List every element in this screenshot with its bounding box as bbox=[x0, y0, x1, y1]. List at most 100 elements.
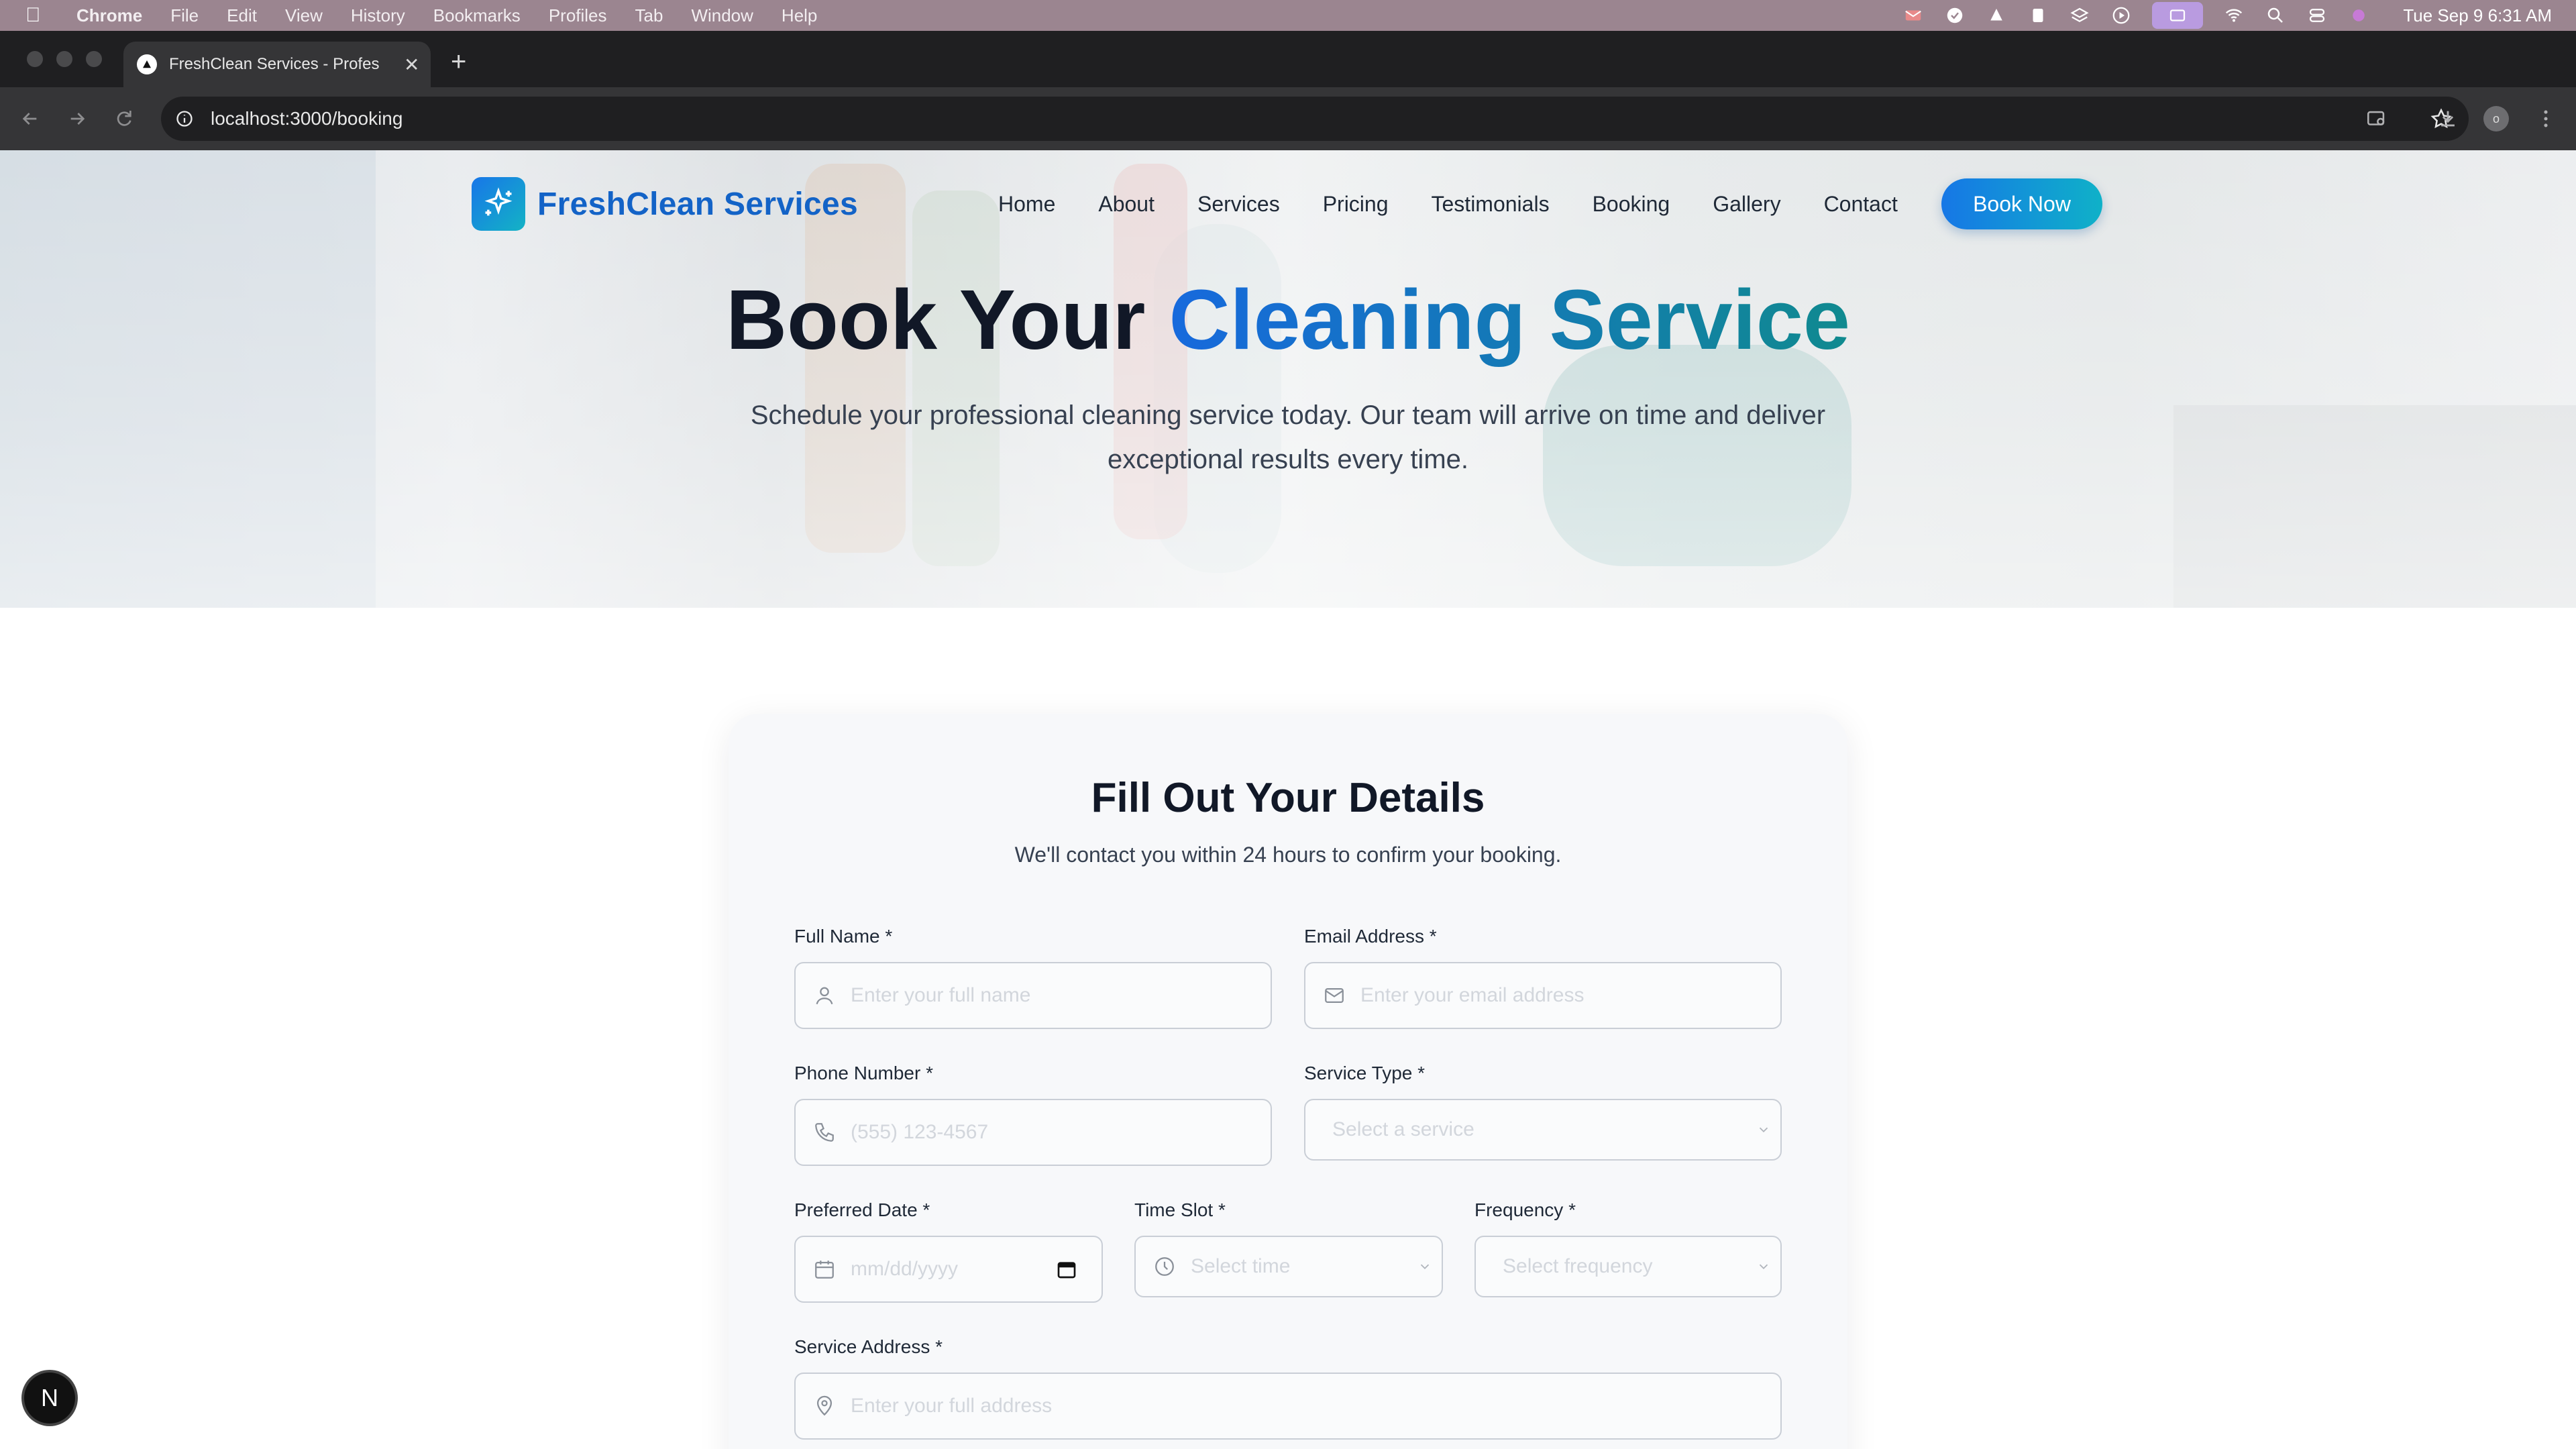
site-navbar: FreshClean Services Home About Services … bbox=[0, 177, 2576, 231]
hero-title-plain: Book Your bbox=[726, 272, 1146, 367]
apple-menu-icon[interactable]:  bbox=[25, 4, 56, 27]
address-placeholder: Enter your full address bbox=[851, 1395, 1053, 1417]
profile-initial: o bbox=[2483, 106, 2509, 131]
menu-history[interactable]: History bbox=[351, 5, 405, 26]
service-type-placeholder: Select a service bbox=[1332, 1118, 1474, 1140]
nav-link-contact[interactable]: Contact bbox=[1824, 192, 1898, 217]
menu-file[interactable]: File bbox=[170, 5, 199, 26]
clock-icon bbox=[1155, 1257, 1174, 1276]
phone-placeholder: (555) 123-4567 bbox=[851, 1121, 989, 1143]
menu-profiles[interactable]: Profiles bbox=[549, 5, 607, 26]
menubar-tray: Tue Sep 9 6:31 AM bbox=[1902, 0, 2552, 31]
reload-icon[interactable] bbox=[111, 106, 137, 131]
control-center-icon[interactable] bbox=[2306, 5, 2328, 26]
site-info-icon[interactable] bbox=[174, 109, 195, 129]
time-slot-select[interactable]: Select time bbox=[1134, 1236, 1443, 1297]
date-picker-icon[interactable] bbox=[1056, 1258, 1077, 1280]
nav-link-gallery[interactable]: Gallery bbox=[1713, 192, 1780, 217]
hero-title: Book Your Cleaning Service bbox=[0, 271, 2576, 368]
app-tray-icon-1[interactable] bbox=[1944, 5, 1966, 26]
back-arrow-icon[interactable] bbox=[17, 106, 43, 131]
profile-avatar[interactable]: o bbox=[2483, 106, 2509, 131]
minimize-window-button[interactable] bbox=[56, 51, 72, 67]
zoom-window-button[interactable] bbox=[86, 51, 102, 67]
email-label: Email Address * bbox=[1304, 926, 1437, 947]
url-text[interactable]: localhost:3000/booking bbox=[211, 108, 402, 129]
nav-links: Home About Services Pricing Testimonials… bbox=[998, 177, 1941, 231]
nav-link-about[interactable]: About bbox=[1098, 192, 1155, 217]
chevron-down-icon bbox=[1759, 1264, 1768, 1270]
time-slot-placeholder: Select time bbox=[1191, 1255, 1291, 1277]
address-label: Service Address * bbox=[794, 1336, 943, 1357]
phone-icon bbox=[815, 1123, 834, 1142]
site-favicon-icon bbox=[137, 54, 157, 74]
address-input[interactable]: Enter your full address bbox=[794, 1373, 1782, 1440]
menu-view[interactable]: View bbox=[285, 5, 323, 26]
frequency-placeholder: Select frequency bbox=[1503, 1255, 1653, 1277]
menu-edit[interactable]: Edit bbox=[227, 5, 257, 26]
mail-status-icon[interactable] bbox=[1902, 5, 1924, 26]
form-title: Fill Out Your Details bbox=[1091, 775, 1485, 821]
spotlight-search-icon[interactable] bbox=[2265, 5, 2286, 26]
menu-window[interactable]: Window bbox=[691, 5, 753, 26]
tab-search-icon[interactable] bbox=[2364, 106, 2390, 131]
page-viewport: FreshClean Services Home About Services … bbox=[0, 150, 2576, 1449]
user-icon bbox=[816, 987, 833, 1005]
nav-link-home[interactable]: Home bbox=[998, 192, 1055, 217]
hero-subtitle: Schedule your professional cleaning serv… bbox=[750, 400, 1826, 474]
tab-title: FreshClean Services - Profes bbox=[169, 55, 380, 73]
browser-toolbar: localhost:3000/booking o bbox=[0, 87, 2576, 150]
address-bar[interactable]: localhost:3000/booking bbox=[161, 97, 2469, 141]
menubar-clock[interactable]: Tue Sep 9 6:31 AM bbox=[2403, 5, 2552, 26]
calendar-icon bbox=[815, 1260, 834, 1279]
screen-mirroring-icon[interactable] bbox=[2152, 2, 2204, 29]
email-input[interactable]: Enter your email address bbox=[1304, 962, 1782, 1029]
brand[interactable]: FreshClean Services bbox=[472, 177, 858, 231]
full-name-input[interactable]: Enter your full name bbox=[794, 962, 1272, 1029]
forward-arrow-icon[interactable] bbox=[64, 106, 90, 131]
chevron-down-icon bbox=[1759, 1127, 1768, 1133]
nav-link-testimonials[interactable]: Testimonials bbox=[1432, 192, 1550, 217]
chevron-down-icon bbox=[1420, 1264, 1430, 1270]
wifi-icon[interactable] bbox=[2223, 5, 2245, 26]
full-name-label: Full Name * bbox=[794, 926, 893, 947]
nav-link-services[interactable]: Services bbox=[1197, 192, 1280, 217]
close-tab-icon[interactable]: ✕ bbox=[404, 54, 419, 76]
menu-bookmarks[interactable]: Bookmarks bbox=[433, 5, 521, 26]
play-icon[interactable] bbox=[2110, 5, 2132, 26]
new-tab-button[interactable]: + bbox=[451, 48, 466, 75]
frequency-select[interactable]: Select frequency bbox=[1474, 1236, 1782, 1297]
menu-tab[interactable]: Tab bbox=[635, 5, 663, 26]
service-type-select[interactable]: Select a service bbox=[1304, 1099, 1782, 1161]
app-tray-icon-3[interactable] bbox=[2027, 5, 2049, 26]
phone-input[interactable]: (555) 123-4567 bbox=[794, 1099, 1272, 1166]
map-pin-icon bbox=[816, 1395, 833, 1416]
downloads-icon[interactable] bbox=[2435, 106, 2461, 131]
time-slot-label: Time Slot * bbox=[1134, 1199, 1226, 1220]
booking-form-card: Fill Out Your Details We'll contact you … bbox=[729, 714, 1847, 1449]
window-controls bbox=[27, 51, 102, 67]
nav-link-booking[interactable]: Booking bbox=[1593, 192, 1670, 217]
phone-label: Phone Number * bbox=[794, 1063, 934, 1083]
date-label: Preferred Date * bbox=[794, 1199, 930, 1220]
macos-menubar:  Chrome File Edit View History Bookmark… bbox=[0, 0, 2576, 31]
browser-tab-active[interactable]: FreshClean Services - Profes ✕ bbox=[123, 42, 431, 87]
hero-section: FreshClean Services Home About Services … bbox=[0, 150, 2576, 608]
nav-link-pricing[interactable]: Pricing bbox=[1323, 192, 1389, 217]
close-window-button[interactable] bbox=[27, 51, 43, 67]
menu-help[interactable]: Help bbox=[782, 5, 817, 26]
sparkles-logo-icon bbox=[472, 177, 525, 231]
menu-app-name[interactable]: Chrome bbox=[76, 5, 142, 26]
browser-menu-icon[interactable] bbox=[2533, 106, 2559, 131]
service-type-label: Service Type * bbox=[1304, 1063, 1426, 1083]
layers-icon[interactable] bbox=[2069, 5, 2090, 26]
form-subtitle: We'll contact you within 24 hours to con… bbox=[1014, 843, 1562, 867]
email-placeholder: Enter your email address bbox=[1360, 984, 1585, 1006]
mail-icon bbox=[1325, 987, 1344, 1004]
nextjs-dev-indicator[interactable]: N bbox=[24, 1373, 75, 1424]
book-now-button[interactable]: Book Now bbox=[1941, 178, 2102, 229]
app-tray-icon-2[interactable] bbox=[1986, 5, 2007, 26]
siri-icon[interactable] bbox=[2348, 5, 2369, 26]
date-input[interactable]: mm/dd/yyyy bbox=[794, 1236, 1103, 1303]
brand-name: FreshClean Services bbox=[537, 186, 858, 222]
